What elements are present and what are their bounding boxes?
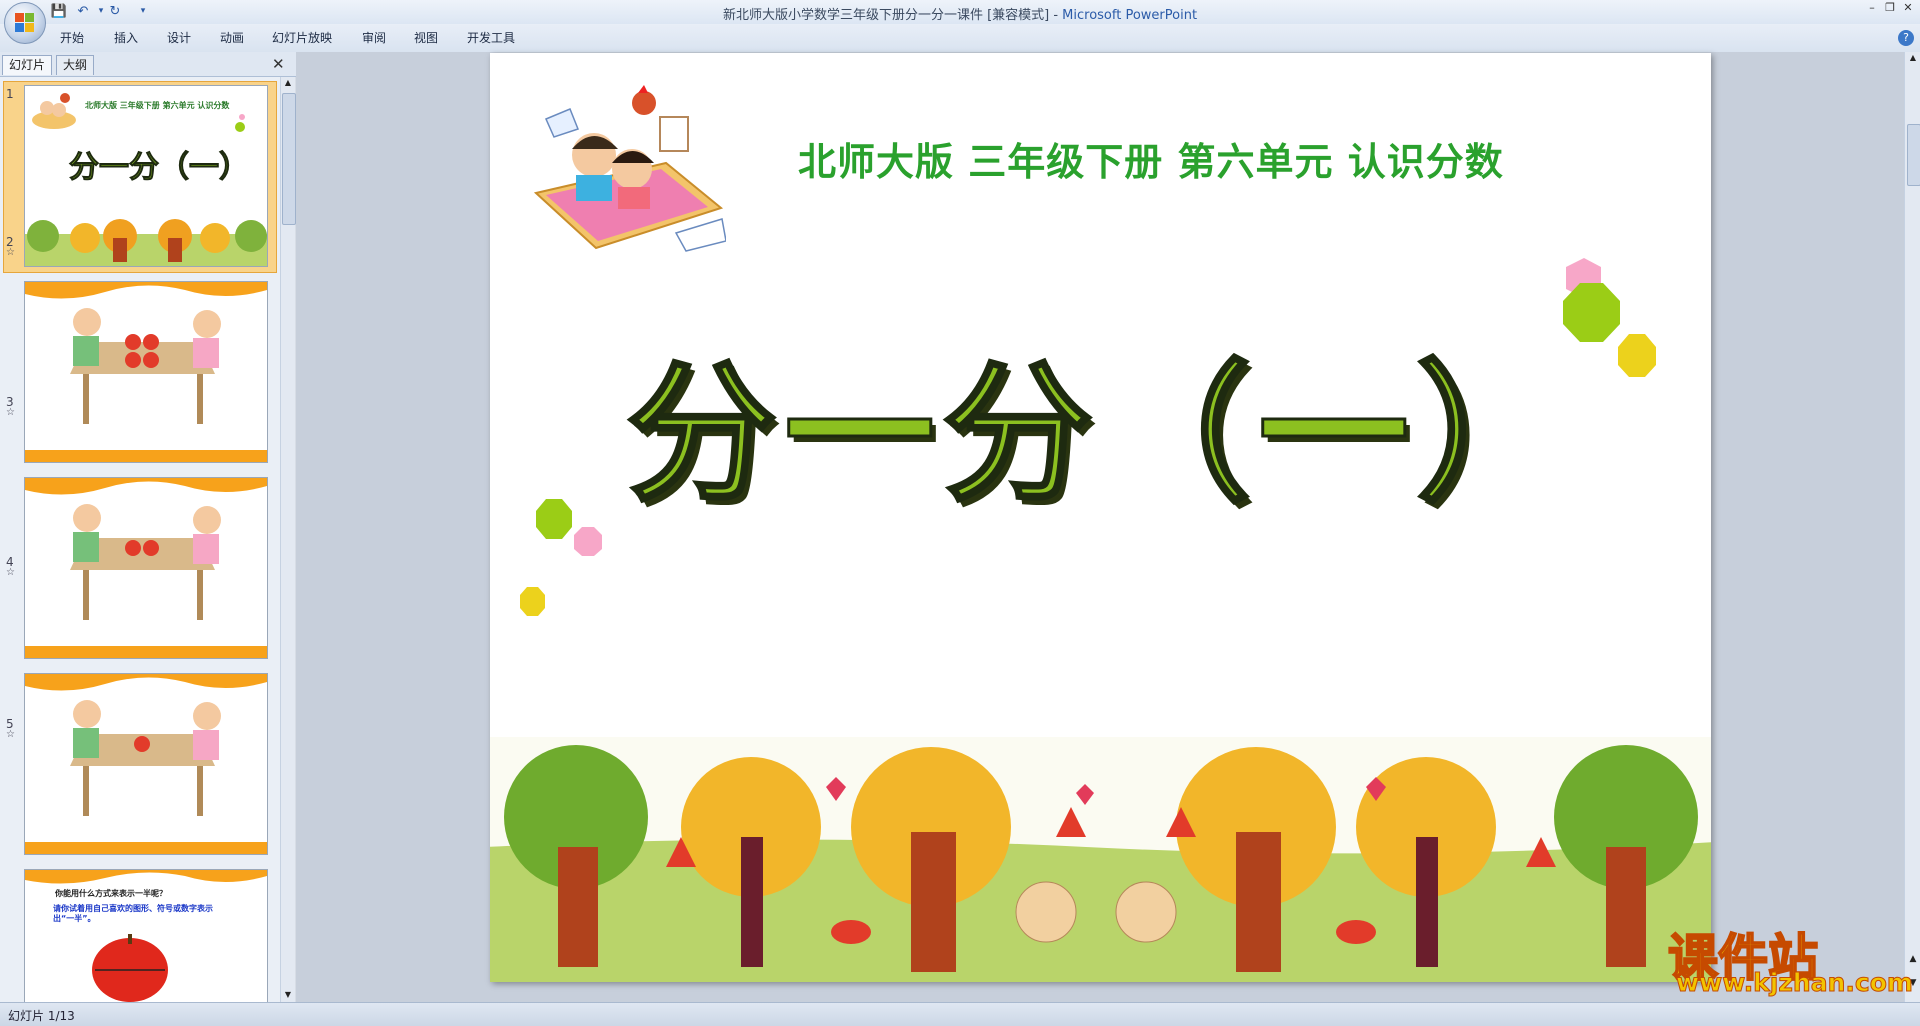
scroll-down-icon[interactable]: ▼ (282, 989, 294, 1001)
close-pane-icon[interactable]: ✕ (272, 55, 285, 73)
watermark: 课件站 www.kjzhan.com (1667, 918, 1913, 998)
tab-slideshow[interactable]: 幻灯片放映 (272, 29, 332, 46)
thumbnail-instruction: 请你试着用自己喜欢的图形、符号或数字表示出“一半”。 (53, 904, 213, 923)
scroll-up-icon[interactable]: ▲ (282, 77, 294, 89)
ribbon-tab-bar: 开始 插入 设计 动画 幻灯片放映 审阅 视图 开发工具 (0, 24, 1920, 53)
watermark-url: www.kjzhan.com (1676, 968, 1914, 998)
thumbnail-slide-2[interactable] (24, 281, 268, 463)
thumbnail-slide-4[interactable] (24, 673, 268, 855)
tab-animations[interactable]: 动画 (220, 29, 244, 46)
table-scene-mini (25, 478, 267, 658)
animation-star-icon: ☆ (6, 247, 15, 258)
scrollbar-thumb[interactable] (282, 93, 296, 225)
tab-review[interactable]: 审阅 (362, 29, 386, 46)
restore-icon[interactable]: ❐ (1882, 1, 1898, 15)
forest-border-illustration (490, 737, 1711, 982)
table-scene-mini (25, 674, 267, 854)
dot-green (235, 122, 245, 132)
thumbnail-subtitle: 北师大版 三年级下册 第六单元 认识分数 (85, 101, 230, 110)
close-window-icon[interactable]: ✕ (1900, 1, 1916, 15)
animation-star-icon: ☆ (6, 407, 15, 418)
tab-home[interactable]: 开始 (60, 29, 84, 46)
slide-thumbnail-list: 1 北师大版 三年级下册 第六单元 认识分数 分一分（一） 2 ☆ 3 ☆ 4 … (0, 77, 280, 1002)
kids-illustration-mini (32, 93, 76, 129)
thumbnail-slide-5[interactable]: 你能用什么方式来表示一半呢？ 请你试着用自己喜欢的图形、符号或数字表示出“一半”… (24, 869, 268, 1002)
scrollbar-thumb[interactable] (1907, 124, 1920, 186)
slide-title[interactable]: 分一分（一） (490, 313, 1711, 530)
pane-tab-bar: 幻灯片 大纲 (0, 52, 296, 77)
help-icon[interactable]: ? (1898, 30, 1914, 46)
tab-developer[interactable]: 开发工具 (467, 29, 515, 46)
tab-slides[interactable]: 幻灯片 (2, 55, 53, 75)
editor-scrollbar[interactable]: ▲ ▲ ▼ (1904, 52, 1920, 1002)
tab-design[interactable]: 设计 (167, 29, 191, 46)
window-title-doc: 新北师大版小学数学三年级下册分一分一课件 [兼容模式] - (722, 8, 1063, 23)
scroll-up-icon[interactable]: ▲ (1907, 52, 1919, 64)
slide-number: 1 (6, 87, 14, 101)
slide-canvas[interactable]: 北师大版 三年级下册 第六单元 认识分数 分一分（一） (490, 53, 1711, 982)
previous-slide-icon[interactable]: ▲ (1907, 952, 1919, 966)
status-bar: 幻灯片 1/13 (0, 1002, 1920, 1026)
thumbnail-scrollbar[interactable]: ▲ ▼ (280, 77, 296, 1002)
octagon-yellow (520, 587, 545, 616)
tab-view[interactable]: 视图 (414, 29, 438, 46)
window-title-app: Microsoft PowerPoint (1062, 8, 1198, 23)
table-scene-mini (25, 282, 267, 462)
thumbnail-slide-3[interactable] (24, 477, 268, 659)
office-button[interactable] (4, 2, 46, 44)
octagon-pink (574, 527, 602, 556)
thumbnail-question: 你能用什么方式来表示一半呢？ (55, 889, 167, 898)
tab-insert[interactable]: 插入 (114, 29, 138, 46)
animation-star-icon: ☆ (6, 729, 15, 740)
thumbnail-title: 分一分（一） (69, 150, 250, 186)
forest-strip-mini (25, 219, 267, 266)
minimize-icon[interactable]: – (1864, 1, 1880, 15)
dot-pink (239, 114, 245, 120)
animation-star-icon: ☆ (6, 567, 15, 578)
window-title: 新北师大版小学数学三年级下册分一分一课件 [兼容模式] - Microsoft … (0, 4, 1920, 23)
tab-outline[interactable]: 大纲 (56, 55, 95, 75)
thumbnail-slide-1[interactable]: 北师大版 三年级下册 第六单元 认识分数 分一分（一） (24, 85, 268, 267)
slide-counter: 幻灯片 1/13 (8, 1009, 75, 1023)
